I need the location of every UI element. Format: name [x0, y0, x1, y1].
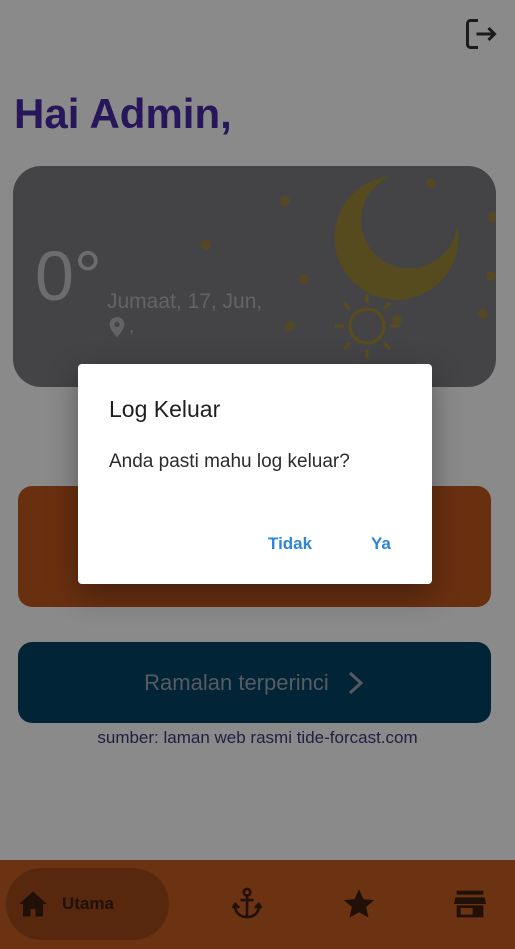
logout-dialog: Log Keluar Anda pasti mahu log keluar? T… [78, 364, 432, 584]
home-screen: Hai Admin, 0° Jumaat, 17, Jun, , Ramalan… [0, 0, 515, 949]
cancel-button[interactable]: Tidak [268, 534, 312, 554]
dialog-title: Log Keluar [109, 396, 221, 422]
confirm-button[interactable]: Ya [371, 534, 391, 554]
dialog-message: Anda pasti mahu log keluar? [109, 451, 350, 472]
